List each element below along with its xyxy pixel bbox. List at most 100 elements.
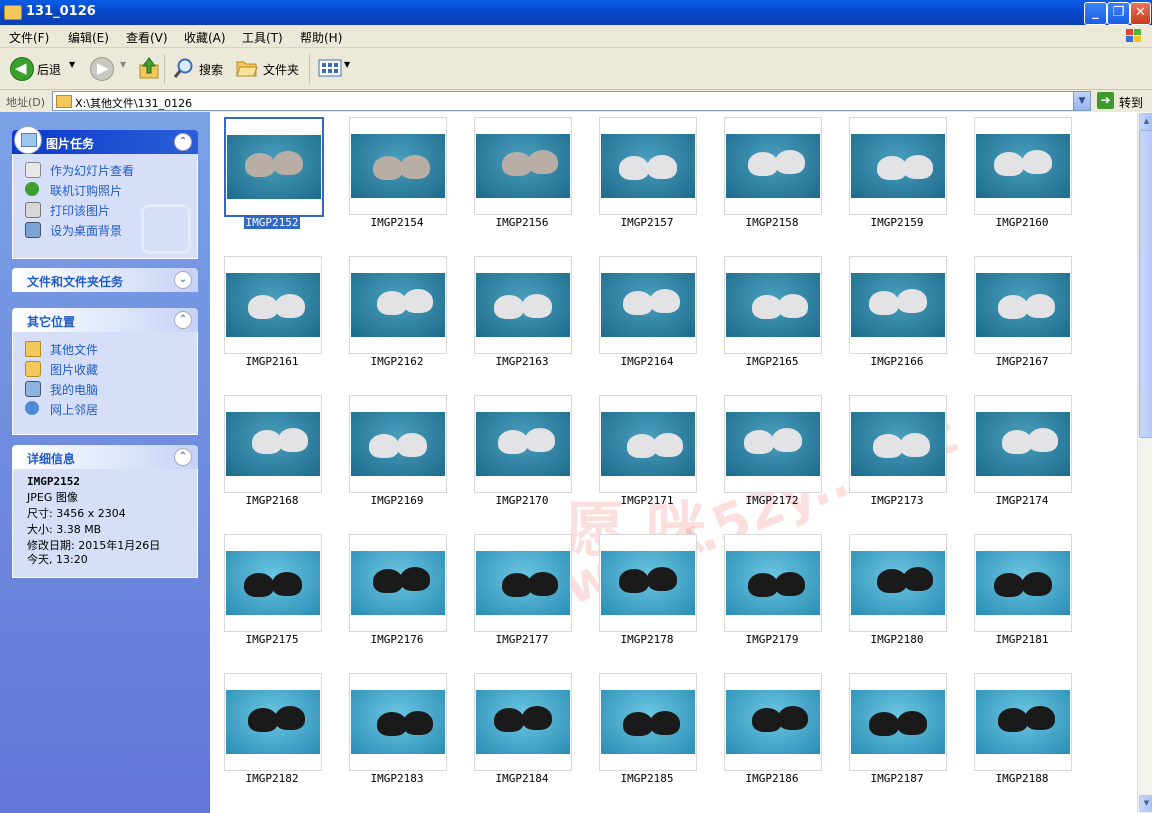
back-dropdown-icon[interactable]: ▼ [69, 60, 75, 69]
thumbnail-item[interactable] [474, 117, 572, 215]
place-network[interactable]: 网上邻居 [13, 398, 197, 418]
thumbnail-label[interactable]: IMGP2169 [337, 494, 457, 507]
thumbnail-label[interactable]: IMGP2161 [212, 355, 332, 368]
menu-tools[interactable]: 工具(T) [242, 29, 283, 46]
thumbnail-label[interactable]: IMGP2184 [462, 772, 582, 785]
thumbnail-item[interactable] [224, 395, 322, 493]
thumbnail-label[interactable]: IMGP2164 [587, 355, 707, 368]
collapse-chevron-icon[interactable]: ⌃ [174, 133, 192, 151]
scroll-up-icon[interactable]: ▲ [1139, 113, 1152, 130]
thumbnail-label[interactable]: IMGP2170 [462, 494, 582, 507]
forward-button[interactable]: ▶ [90, 57, 114, 81]
thumbnail-label[interactable]: IMGP2166 [837, 355, 957, 368]
thumbnail-label[interactable]: IMGP2187 [837, 772, 957, 785]
thumbnail-item[interactable] [849, 395, 947, 493]
thumbnail-item[interactable] [474, 534, 572, 632]
other-places-header[interactable]: 其它位置 ⌃ [12, 308, 198, 332]
scrollbar-thumb[interactable] [1139, 130, 1152, 438]
place-my-computer[interactable]: 我的电脑 [13, 378, 197, 398]
collapse-chevron-icon[interactable]: ⌃ [174, 311, 192, 329]
thumbnail-item[interactable] [224, 534, 322, 632]
thumbnail-item[interactable] [974, 256, 1072, 354]
thumbnail-label[interactable]: IMGP2181 [962, 633, 1082, 646]
thumbnail-item[interactable] [724, 256, 822, 354]
thumbnail-item[interactable] [474, 673, 572, 771]
thumbnail-label[interactable]: IMGP2175 [212, 633, 332, 646]
thumbnail-label[interactable]: IMGP2182 [212, 772, 332, 785]
thumbnail-item[interactable] [349, 395, 447, 493]
thumbnail-item[interactable] [349, 117, 447, 215]
thumbnail-label[interactable]: IMGP2179 [712, 633, 832, 646]
thumbnail-item[interactable] [849, 534, 947, 632]
thumbnail-label[interactable]: IMGP2177 [462, 633, 582, 646]
thumbnail-item[interactable] [349, 256, 447, 354]
thumbnail-label[interactable]: IMGP2188 [962, 772, 1082, 785]
menu-view[interactable]: 查看(V) [126, 29, 168, 46]
close-button[interactable]: ✕ [1130, 2, 1151, 25]
thumbnail-label[interactable]: IMGP2174 [962, 494, 1082, 507]
scroll-down-icon[interactable]: ▼ [1139, 795, 1152, 812]
thumbnail-label[interactable]: IMGP2160 [962, 216, 1082, 229]
go-button[interactable]: 转到 [1119, 94, 1143, 111]
thumbnail-item[interactable] [724, 395, 822, 493]
thumbnail-label[interactable]: IMGP2159 [837, 216, 957, 229]
thumbnail-label[interactable]: IMGP2162 [337, 355, 457, 368]
thumbnail-item[interactable] [974, 534, 1072, 632]
up-folder-icon[interactable] [138, 56, 160, 80]
thumbnail-item[interactable] [724, 117, 822, 215]
thumbnail-item[interactable] [849, 256, 947, 354]
maximize-button[interactable]: ❐ [1107, 2, 1130, 25]
thumbnail-label[interactable]: IMGP2176 [337, 633, 457, 646]
thumbnail-label[interactable]: IMGP2152 [212, 216, 332, 229]
forward-dropdown-icon[interactable]: ▼ [120, 60, 126, 69]
thumbnail-label[interactable]: IMGP2180 [837, 633, 957, 646]
task-slideshow[interactable]: 作为幻灯片查看 [13, 159, 197, 179]
expand-chevron-icon[interactable]: ⌄ [174, 271, 192, 289]
thumbnail-label[interactable]: IMGP2185 [587, 772, 707, 785]
task-order-prints[interactable]: 联机订购照片 [13, 179, 197, 199]
thumbnail-item[interactable] [849, 673, 947, 771]
thumbnail-item[interactable] [349, 534, 447, 632]
thumbnail-item[interactable] [599, 256, 697, 354]
menu-file[interactable]: 文件(F) [9, 29, 49, 46]
thumbnail-label[interactable]: IMGP2163 [462, 355, 582, 368]
place-my-pictures[interactable]: 图片收藏 [13, 358, 197, 378]
thumbnail-label[interactable]: IMGP2168 [212, 494, 332, 507]
thumbnail-label[interactable]: IMGP2156 [462, 216, 582, 229]
collapse-chevron-icon[interactable]: ⌃ [174, 448, 192, 466]
menu-favorites[interactable]: 收藏(A) [184, 29, 226, 46]
go-arrow-icon[interactable]: ➔ [1097, 92, 1114, 109]
thumbnail-item[interactable] [724, 534, 822, 632]
thumbnail-label[interactable]: IMGP2157 [587, 216, 707, 229]
thumbnail-item[interactable] [849, 117, 947, 215]
thumbnail-item[interactable] [224, 117, 324, 217]
thumbnail-label[interactable]: IMGP2167 [962, 355, 1082, 368]
thumbnail-item[interactable] [224, 673, 322, 771]
place-other-files[interactable]: 其他文件 [13, 338, 197, 358]
thumbnail-item[interactable] [599, 534, 697, 632]
thumbnail-item[interactable] [974, 395, 1072, 493]
thumbnail-item[interactable] [974, 117, 1072, 215]
thumbnail-label[interactable]: IMGP2171 [587, 494, 707, 507]
thumbnail-item[interactable] [599, 395, 697, 493]
address-dropdown-icon[interactable]: ▼ [1073, 92, 1090, 110]
thumbnail-label[interactable]: IMGP2186 [712, 772, 832, 785]
menu-help[interactable]: 帮助(H) [300, 29, 342, 46]
picture-tasks-header[interactable]: 图片任务 ⌃ [12, 126, 198, 154]
thumbnail-label[interactable]: IMGP2183 [337, 772, 457, 785]
thumbnail-item[interactable] [474, 256, 572, 354]
vertical-scrollbar[interactable]: ▲ ▼ [1137, 112, 1152, 813]
thumbnail-item[interactable] [974, 673, 1072, 771]
thumbnail-label[interactable]: IMGP2165 [712, 355, 832, 368]
thumbnail-item[interactable] [349, 673, 447, 771]
menu-edit[interactable]: 编辑(E) [68, 29, 109, 46]
thumbnail-label[interactable]: IMGP2154 [337, 216, 457, 229]
details-header[interactable]: 详细信息 ⌃ [12, 445, 198, 469]
thumbnail-item[interactable] [599, 117, 697, 215]
thumbnail-item[interactable] [224, 256, 322, 354]
thumbnail-label[interactable]: IMGP2178 [587, 633, 707, 646]
address-input[interactable]: X:\其他文件\131_0126 ▼ [52, 91, 1091, 111]
thumbnail-item[interactable] [474, 395, 572, 493]
thumbnail-label[interactable]: IMGP2172 [712, 494, 832, 507]
thumbnail-label[interactable]: IMGP2173 [837, 494, 957, 507]
